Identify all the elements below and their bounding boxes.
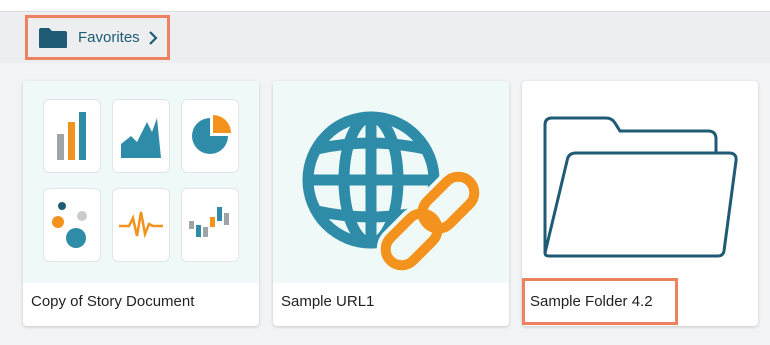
- folder-icon: [543, 116, 738, 258]
- chevron-right-icon: [148, 30, 158, 45]
- story-document-card[interactable]: Copy of Story Document: [23, 81, 259, 326]
- bubble-chart-icon: [52, 202, 87, 248]
- card-title: Copy of Story Document: [31, 293, 195, 310]
- story-thumbnail: [23, 81, 259, 283]
- sample-folder-card[interactable]: Sample Folder 4.2: [522, 81, 758, 326]
- waveform-chart-tile: [112, 188, 170, 262]
- area-chart-icon: [121, 118, 161, 158]
- breadcrumb[interactable]: Favorites: [25, 15, 170, 60]
- bar-chart-tile: [43, 99, 101, 173]
- card-title: Sample Folder 4.2: [530, 293, 653, 310]
- pie-chart-icon: [192, 115, 231, 154]
- bubble-chart-tile: [43, 188, 101, 262]
- folder-icon: [39, 27, 67, 48]
- waterfall-chart-icon: [189, 207, 229, 237]
- area-chart-tile: [112, 99, 170, 173]
- waveform-icon: [119, 211, 163, 239]
- url-thumbnail: [273, 81, 509, 283]
- sample-url-card[interactable]: Sample URL1: [273, 81, 509, 326]
- card-title: Sample URL1: [281, 293, 375, 310]
- waterfall-chart-tile: [181, 188, 239, 262]
- folder-thumbnail: [522, 81, 758, 283]
- top-divider: [0, 0, 770, 12]
- globe-link-icon: [302, 111, 484, 273]
- bar-chart-icon: [57, 112, 86, 160]
- pie-chart-tile: [181, 99, 239, 173]
- breadcrumb-favorites-link[interactable]: Favorites: [78, 29, 140, 46]
